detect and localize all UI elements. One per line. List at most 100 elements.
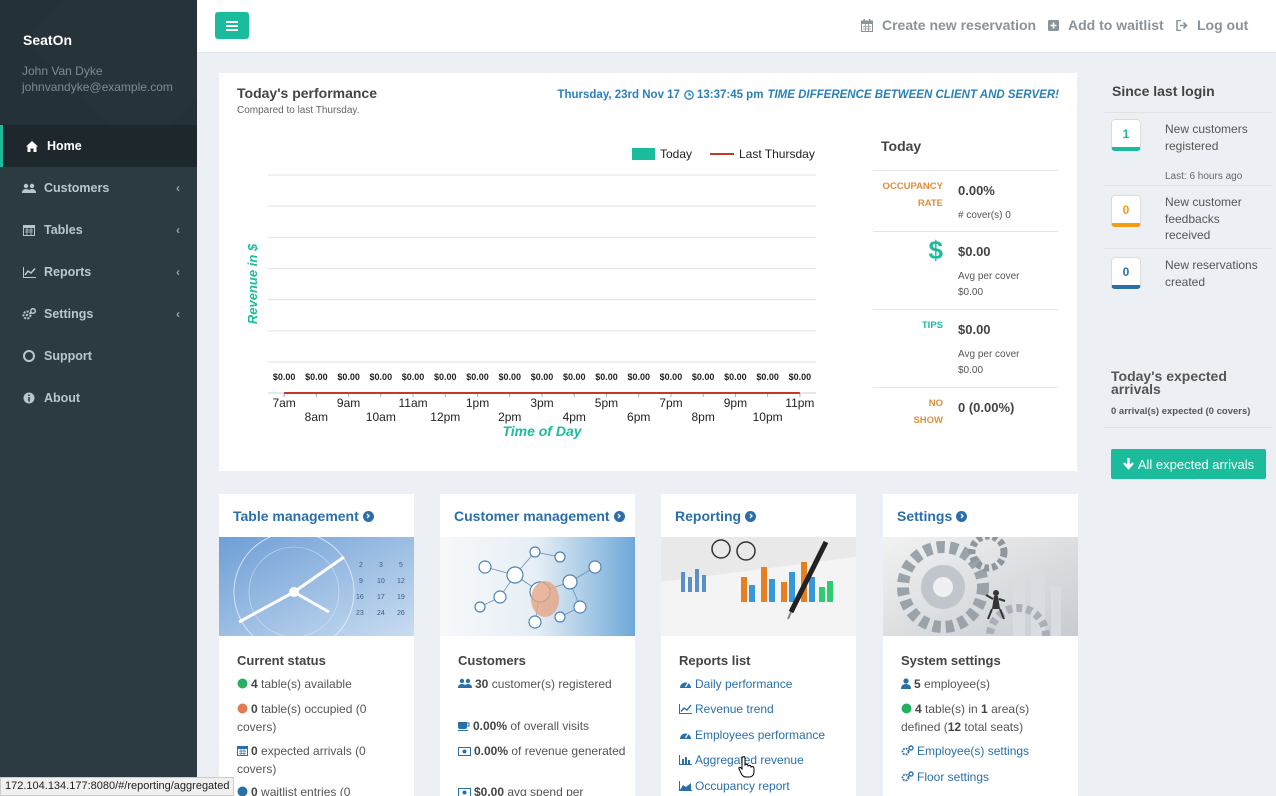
all-arrivals-button[interactable]: All expected arrivals [1111, 449, 1266, 479]
calendar-icon [22, 224, 36, 236]
revenue-trend-link[interactable]: Revenue trend [679, 701, 849, 719]
green-dot-icon [901, 702, 912, 719]
data-label: $0.00 [563, 372, 586, 382]
x-axis-title: Time of Day [502, 423, 582, 439]
expected-arrivals: 0 expected arrivals (0 covers) [237, 744, 366, 776]
sidebar-item-reports[interactable]: Reports ‹ [0, 251, 197, 293]
covers-count: # cover(s) 0 [958, 210, 1011, 221]
money-icon [458, 785, 471, 796]
table-management-link[interactable]: Table management [233, 508, 374, 524]
info-icon [22, 392, 36, 404]
data-label: $0.00 [692, 372, 715, 382]
stat-text: New customers registered [1165, 122, 1248, 153]
add-waitlist-link[interactable]: Add to waitlist [1048, 17, 1164, 33]
tips-value: $0.00 [958, 322, 991, 337]
customer-management-link[interactable]: Customer management [454, 508, 625, 524]
bar-chart-icon [679, 753, 692, 770]
revenue-avg: Avg per cover $0.00 [958, 271, 1020, 298]
data-label: $0.00 [337, 372, 360, 382]
green-dot-icon [237, 677, 248, 694]
sidebar-toggle-button[interactable] [215, 12, 249, 39]
sidebar-item-settings[interactable]: Settings ‹ [0, 293, 197, 335]
x-tick-label: 10pm [753, 410, 783, 424]
noshow-value: 0 (0.00%) [958, 400, 1015, 415]
top-navbar: Create new reservation Add to waitlist L… [197, 0, 1276, 53]
chevron-circle-right-icon [956, 510, 968, 522]
y-axis-title: Revenue in $ [245, 243, 260, 324]
sidebar-item-customers[interactable]: Customers ‹ [0, 167, 197, 209]
sidebar-item-support[interactable]: Support [0, 335, 197, 377]
users-icon [458, 677, 472, 694]
overall-visits: 0.00% of overall visits [458, 718, 628, 736]
count-badge: 1 [1111, 119, 1141, 151]
data-label: $0.00 [273, 372, 296, 382]
settings-link[interactable]: Settings [897, 508, 968, 524]
aggregated-revenue-link[interactable]: Aggregated revenue [679, 752, 849, 770]
line-chart-icon [679, 702, 692, 719]
hamburger-icon [226, 20, 238, 31]
tables-available: 4 table(s) available [237, 676, 407, 694]
x-tick-label: 5pm [595, 396, 618, 410]
dashboard-icon [679, 677, 692, 694]
x-tick-label: 7pm [659, 396, 682, 410]
occupancy-report-link[interactable]: Occupancy report [679, 778, 849, 796]
user-name: John Van Dyke [22, 64, 103, 78]
customer-management-image [440, 537, 635, 636]
arrivals-heading: Today's expected arrivals [1111, 368, 1227, 397]
dashboard-icon [679, 728, 692, 745]
hourglass-icon [237, 785, 248, 796]
logout-link[interactable]: Log out [1176, 17, 1248, 33]
sidebar-item-label: Support [44, 349, 92, 363]
customer-management-card: Customer management Customers 30 custome… [440, 494, 635, 796]
svg-text:17: 17 [377, 594, 385, 601]
svg-text:3: 3 [379, 562, 383, 569]
sidebar-item-home[interactable]: Home [0, 125, 197, 167]
employees-performance-link[interactable]: Employees performance [679, 727, 849, 745]
sidebar-item-label: Home [47, 139, 82, 153]
reporting-link[interactable]: Reporting [675, 508, 757, 524]
data-label: $0.00 [660, 372, 683, 382]
daily-performance-link[interactable]: Daily performance [679, 676, 849, 694]
x-tick-label: 4pm [563, 410, 586, 424]
stat-new-customers[interactable]: 1 New customers registered Last: 6 hours… [1104, 113, 1272, 186]
x-tick-label: 11am [398, 396, 427, 410]
stat-new-feedbacks[interactable]: 0 New customer feedbacks received [1104, 186, 1272, 249]
coffee-icon [458, 719, 470, 736]
svg-text:5: 5 [399, 562, 403, 569]
brand-logo[interactable]: SeatOn [23, 32, 72, 48]
x-tick-label: 2pm [498, 410, 521, 424]
employee-settings-link[interactable]: Employee(s) settings [901, 743, 1071, 761]
noshow-row: NO SHOW 0 (0.00%) [873, 388, 1058, 438]
x-tick-label: 8pm [692, 410, 715, 424]
svg-text:24: 24 [377, 610, 385, 617]
stat-new-reservations[interactable]: 0 New reservations created [1104, 249, 1272, 312]
svg-text:10: 10 [377, 578, 385, 585]
data-label: $0.00 [531, 372, 554, 382]
x-tick-label: 3pm [530, 396, 553, 410]
user-panel: SeatOn John Van Dyke johnvandyke@example… [0, 0, 197, 154]
sidebar-item-about[interactable]: About [0, 377, 197, 419]
create-reservation-label: Create new reservation [882, 17, 1037, 33]
x-tick-label: 11pm [785, 396, 814, 410]
data-label: $0.00 [724, 372, 747, 382]
arrivals-summary: 0 arrival(s) expected (0 covers) [1111, 406, 1251, 417]
sidebar-item-tables[interactable]: Tables ‹ [0, 209, 197, 251]
lifebuoy-icon [22, 350, 36, 362]
performance-panel: Today's performance Compared to last Thu… [219, 73, 1077, 471]
legend-last-label: Last Thursday [739, 147, 815, 161]
money-icon [458, 744, 471, 761]
occupancy-label: OCCUPANCY RATE [882, 181, 943, 209]
data-label: $0.00 [595, 372, 618, 382]
floor-settings-link[interactable]: Floor settings [901, 769, 1071, 787]
create-reservation-link[interactable]: Create new reservation [861, 17, 1036, 33]
sidebar-item-label: Tables [44, 223, 83, 237]
table-management-image: 235 9 10 12 16 17 19 23 24 26 [219, 537, 414, 636]
area-chart-icon [679, 779, 692, 796]
data-label: $0.00 [305, 372, 328, 382]
add-waitlist-label: Add to waitlist [1068, 17, 1164, 33]
sidebar-item-label: Customers [44, 181, 110, 195]
employees-count: 5 employee(s) [901, 676, 1071, 694]
revenue-generated: 0.00% of revenue generated [458, 743, 628, 761]
x-tick-label: 8am [305, 410, 328, 424]
cogs-icon [901, 744, 914, 761]
